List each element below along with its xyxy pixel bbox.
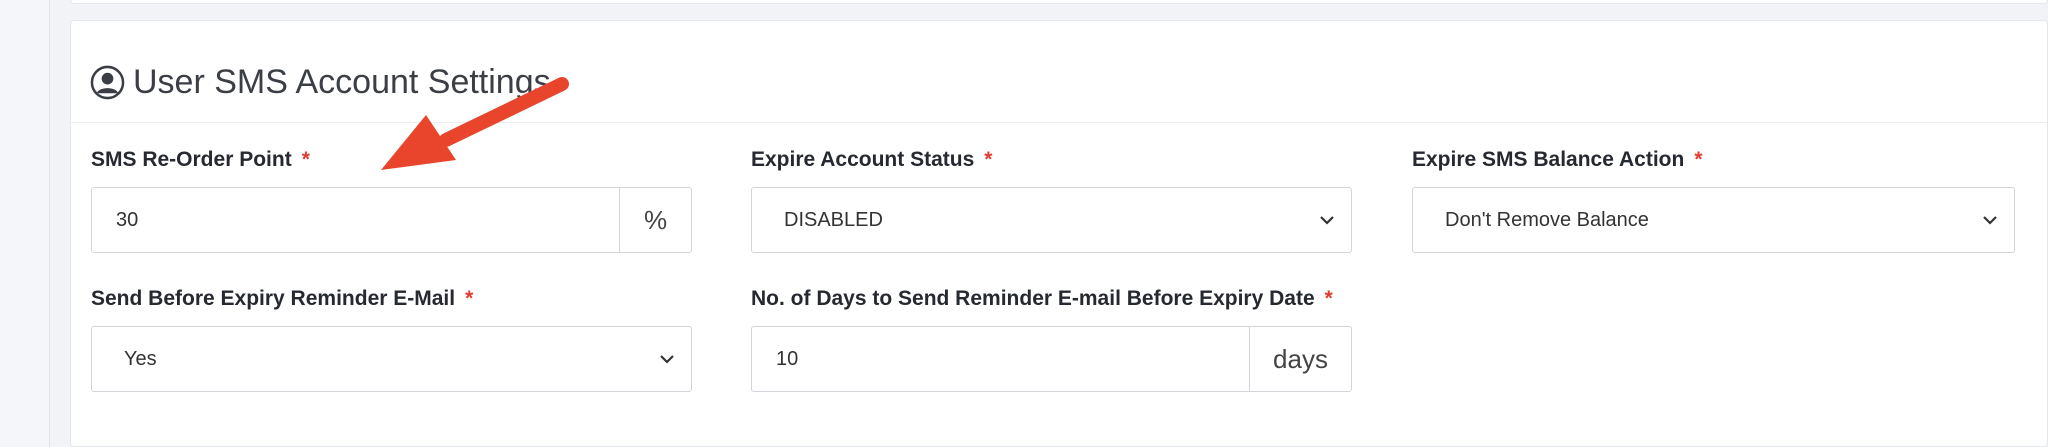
expire-balance-action-select[interactable]: Don't Remove Balance — [1412, 187, 2015, 253]
required-asterisk: * — [1694, 148, 1703, 171]
expire-balance-action-label: Expire SMS Balance Action * — [1412, 148, 1703, 171]
card-header: User SMS Account Settings — [71, 21, 2047, 123]
user-circle-icon — [90, 65, 125, 99]
expire-status-label: Expire Account Status * — [751, 148, 993, 171]
chevron-down-icon — [660, 355, 674, 364]
left-sidebar-rail — [0, 0, 50, 447]
required-asterisk: * — [465, 287, 474, 310]
percent-addon: % — [619, 188, 691, 252]
expire-status-value: DISABLED — [784, 208, 883, 231]
expire-balance-action-value: Don't Remove Balance — [1445, 208, 1649, 231]
chevron-down-icon — [1320, 216, 1334, 225]
reorder-point-label: SMS Re-Order Point * — [91, 148, 310, 171]
days-addon: days — [1249, 327, 1351, 391]
reorder-point-input-group: % — [91, 187, 692, 253]
section-title: User SMS Account Settings — [90, 61, 551, 103]
required-asterisk: * — [1324, 287, 1333, 310]
chevron-down-icon — [1983, 216, 1997, 225]
reminder-days-label: No. of Days to Send Reminder E-mail Befo… — [751, 287, 1333, 310]
reminder-days-input[interactable] — [752, 327, 1249, 391]
reminder-days-input-group: days — [751, 326, 1352, 392]
sms-settings-card: User SMS Account Settings SMS Re-Order P… — [70, 20, 2048, 447]
reminder-email-label: Send Before Expiry Reminder E-Mail * — [91, 287, 474, 310]
required-asterisk: * — [984, 148, 993, 171]
section-title-text: User SMS Account Settings — [133, 62, 551, 101]
required-asterisk: * — [301, 148, 310, 171]
reminder-email-select[interactable]: Yes — [91, 326, 692, 392]
reorder-point-input[interactable] — [92, 188, 619, 252]
previous-card-edge — [70, 0, 2048, 4]
expire-status-select[interactable]: DISABLED — [751, 187, 1352, 253]
reminder-email-value: Yes — [124, 347, 157, 370]
